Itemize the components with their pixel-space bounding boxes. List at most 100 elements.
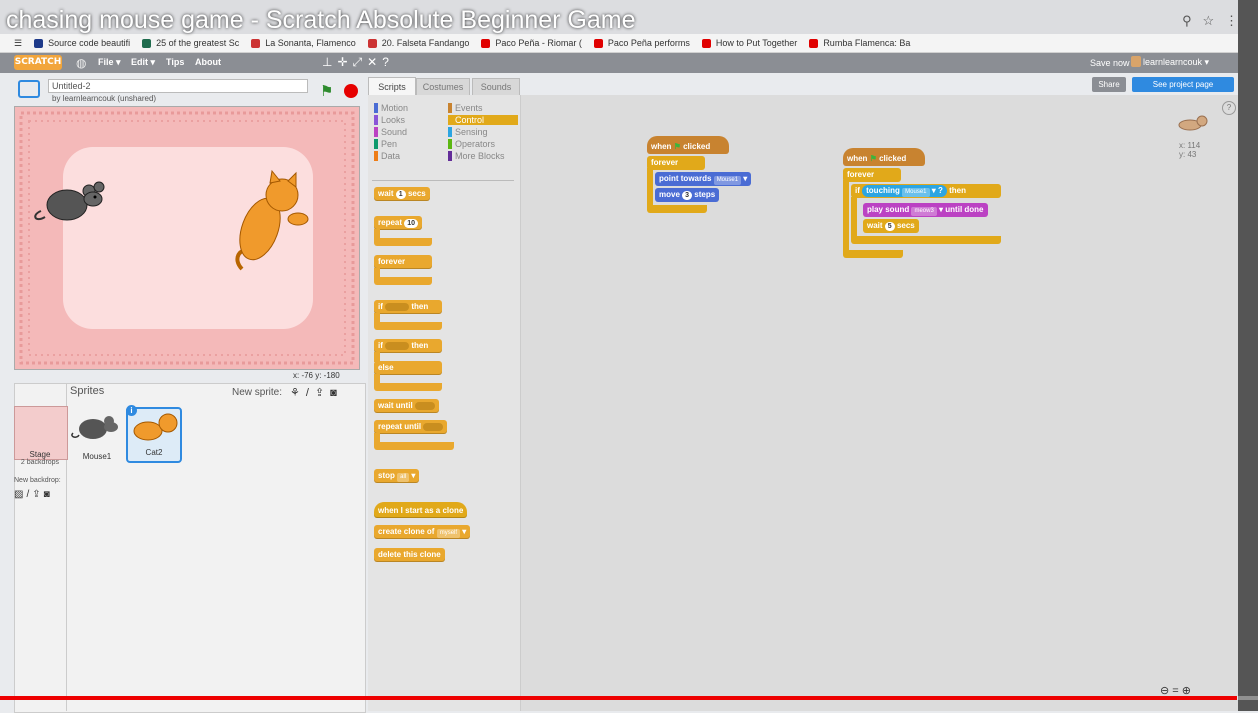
block-wait-until[interactable]: wait until (374, 399, 439, 413)
touch-target-dropdown[interactable]: Mouse1 (902, 188, 930, 197)
wait-num[interactable]: 1 (395, 190, 406, 199)
block-delete-clone[interactable]: delete this clone (374, 548, 445, 562)
bookmark-label: Paco Peña - Riomar ( (495, 38, 582, 48)
user-avatar[interactable] (1131, 56, 1141, 67)
stop-dropdown[interactable]: all (397, 473, 410, 482)
script2-wait[interactable]: wait 5 secs (863, 219, 919, 233)
category-motion[interactable]: Motion (374, 103, 448, 113)
sprite-thumb-cat2[interactable]: Cat2 (126, 407, 182, 463)
point-target-dropdown[interactable]: Mouse1 (713, 176, 742, 185)
script2-hat[interactable]: when ⚑ clicked (843, 148, 925, 166)
script1-hat[interactable]: when ⚑ clicked (647, 136, 729, 154)
move-num[interactable]: 3 (682, 191, 693, 200)
save-now-link[interactable]: Save now (1090, 58, 1130, 68)
video-progress-bar[interactable] (0, 696, 1237, 700)
presentation-mode-icon[interactable] (18, 80, 40, 98)
script1-forever[interactable]: forever (647, 156, 705, 170)
bookmark-label: Source code beautifi (48, 38, 131, 48)
tab-scripts[interactable]: Scripts (368, 77, 416, 96)
script2-forever[interactable]: forever (843, 168, 901, 182)
condition-slot[interactable] (385, 341, 410, 350)
clone-dropdown[interactable]: myself (436, 529, 461, 538)
script1-point-towards[interactable]: point towards Mouse1 ▾ (655, 172, 752, 186)
block-create-clone[interactable]: create clone of myself ▾ (374, 525, 471, 539)
stop-icon[interactable] (344, 84, 358, 98)
menu-tips[interactable]: Tips (166, 57, 184, 67)
else-label: else (374, 361, 442, 375)
block-if-else[interactable]: if then (374, 339, 442, 353)
camera-icon[interactable]: ◙ (330, 387, 343, 399)
user-menu[interactable]: learnlearncouk ▾ (1143, 57, 1209, 68)
bookmark-item[interactable]: Rumba Flamenca: Ba (809, 38, 910, 48)
category-control[interactable]: Control (448, 115, 518, 125)
menu-edit[interactable]: Edit ▾ (131, 57, 155, 68)
bookmark-item[interactable]: Source code beautifi (34, 38, 130, 48)
category-color-swatch (448, 115, 452, 125)
paint-icon[interactable]: / (306, 387, 315, 399)
bookmark-item[interactable]: How to Put Together (701, 38, 797, 48)
category-more-blocks[interactable]: More Blocks (448, 151, 518, 161)
backdrop-camera-icon[interactable]: ◙ (44, 489, 53, 500)
block-repeat[interactable]: repeat 10 (374, 216, 423, 230)
repeat-num[interactable]: 10 (404, 219, 419, 228)
duplicate-icon[interactable]: ✛ (337, 55, 352, 69)
condition-slot[interactable] (385, 302, 410, 311)
category-pen[interactable]: Pen (374, 139, 448, 149)
new-sprite-tools[interactable]: ⚘/⇪◙ (290, 386, 343, 399)
condition-slot[interactable] (414, 401, 435, 410)
stage-canvas[interactable] (14, 106, 360, 370)
sprite-thumb-mouse1[interactable]: Mouse1 (71, 407, 123, 461)
language-globe-icon[interactable]: ◍ (76, 56, 86, 70)
bookmark-item[interactable]: La Sonanta, Flamenco (251, 38, 356, 48)
block-wait-secs[interactable]: wait 1 secs (374, 187, 430, 201)
lbl: repeat (378, 218, 403, 227)
star-icon[interactable]: ☆ (1203, 13, 1215, 28)
block-stop[interactable]: stop all ▾ (374, 469, 420, 483)
more-icon[interactable]: ⋮ (1225, 13, 1238, 28)
category-events[interactable]: Events (448, 103, 518, 113)
backdrop-upload-icon[interactable]: ⇪ (32, 489, 43, 500)
sprite-info-icon[interactable]: i (126, 405, 137, 416)
share-button[interactable]: Share (1092, 77, 1126, 92)
category-sound[interactable]: Sound (374, 127, 448, 137)
script1-move[interactable]: move 3 steps (655, 188, 720, 202)
key-icon[interactable]: ⚲ (1182, 13, 1192, 28)
new-backdrop-tools[interactable]: ▨/⇪◙ (14, 489, 53, 500)
category-looks[interactable]: Looks (374, 115, 448, 125)
stamp-icon[interactable]: ⊥ (322, 55, 337, 69)
block-forever[interactable]: forever (374, 255, 432, 269)
script2-play-sound[interactable]: play sound meow3 ▾ until done (863, 203, 988, 217)
sound-dropdown[interactable]: meow3 (911, 207, 937, 216)
bookmark-item[interactable]: 25 of the greatest Sc (142, 38, 239, 48)
bookmark-item[interactable]: Paco Peña performs (593, 38, 690, 48)
block-repeat-until[interactable]: repeat until (374, 420, 448, 434)
category-operators[interactable]: Operators (448, 139, 518, 149)
category-sensing[interactable]: Sensing (448, 127, 518, 137)
menu-about[interactable]: About (195, 57, 221, 67)
condition-slot[interactable] (423, 422, 444, 431)
bookmark-item[interactable]: 20. Falseta Fandango (367, 38, 469, 48)
backdrop-library-icon[interactable]: ▨ (14, 489, 26, 500)
menu-file[interactable]: File ▾ (98, 57, 121, 68)
c-bottom (374, 277, 432, 285)
grow-icon[interactable]: ⤢ (353, 55, 368, 69)
block-when-clone-start[interactable]: when I start as a clone (374, 502, 468, 518)
c-bottom (374, 442, 454, 450)
sprite-library-icon[interactable]: ⚘ (290, 387, 306, 399)
help-icon[interactable]: ? (1222, 101, 1236, 115)
block-if-then[interactable]: if then (374, 300, 442, 314)
touching-condition[interactable]: touching Mouse1 ▾ ? (862, 185, 947, 197)
scratch-logo[interactable]: SCRATCH (14, 55, 62, 70)
see-project-page-button[interactable]: See project page (1132, 77, 1234, 92)
green-flag-icon[interactable]: ⚑ (320, 82, 333, 100)
bookmark-item[interactable]: Paco Peña - Riomar ( (481, 38, 582, 48)
upload-icon[interactable]: ⇪ (315, 387, 330, 399)
apps-menu-icon[interactable]: ☰ (14, 38, 22, 49)
script2-if-touching[interactable]: if touching Mouse1 ▾ ? then (851, 184, 1001, 198)
category-data[interactable]: Data (374, 151, 448, 161)
wait-num[interactable]: 5 (884, 222, 895, 231)
project-title-input[interactable]: Untitled-2 (48, 79, 308, 93)
cursor-tools[interactable]: ⊥✛⤢✕? (322, 55, 394, 70)
help-block-icon[interactable]: ? (382, 55, 394, 69)
shrink-icon[interactable]: ✕ (367, 55, 382, 69)
